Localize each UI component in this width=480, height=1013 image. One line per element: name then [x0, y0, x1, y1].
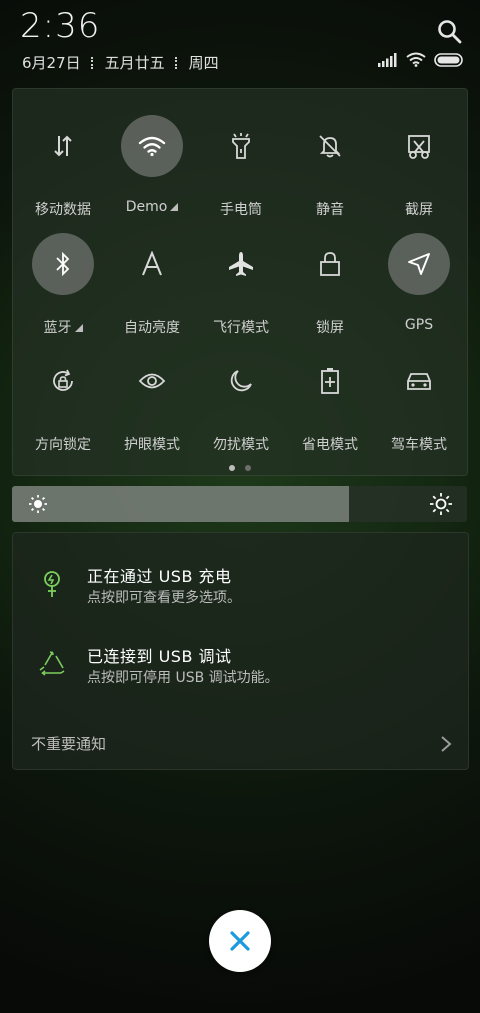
tile-icon-holder [299, 233, 361, 295]
tile-label: GPS [404, 317, 434, 333]
tile-screenshot[interactable]: 截屏 [373, 115, 463, 225]
tile-icon-holder [121, 350, 183, 412]
search-button[interactable] [436, 18, 464, 46]
tile-label: Demo [106, 199, 198, 215]
date-separator [90, 56, 95, 69]
screenshot-icon [408, 135, 430, 159]
battery-icon [434, 52, 463, 67]
tile-label: 手电筒 [220, 202, 262, 218]
lock-icon [320, 252, 340, 276]
system-icons [378, 52, 464, 67]
tile-label: 省电模式 [302, 437, 358, 453]
expand-triangle-icon [74, 324, 83, 332]
data-arrows-icon [54, 135, 72, 157]
tile-lock-screen[interactable]: 锁屏 [284, 233, 374, 343]
unimportant-notifications-link[interactable]: 不重要通知 [31, 733, 106, 754]
tile-mute[interactable]: 静音 [284, 115, 374, 225]
car-icon [407, 373, 431, 390]
notification-title: 已连接到 USB 调试 [87, 647, 232, 666]
tile-label: 蓝牙 [17, 317, 109, 337]
tile-label: 自动亮度 [124, 320, 180, 336]
notification-panel: 正在通过 USB 充电 点按即可查看更多选项。 已连接到 USB 调试 点按即可… [12, 532, 469, 770]
page-indicator [13, 465, 467, 471]
status-bar: 2:36 6月27日 五月廿五 周四 [0, 0, 480, 80]
tile-mobile-data[interactable]: 移动数据 [17, 115, 107, 225]
tile-label: 静音 [316, 202, 344, 218]
notification-usb-charging[interactable]: 正在通过 USB 充电 点按即可查看更多选项。 [13, 561, 468, 621]
date-row: 6月27日 五月廿五 周四 [22, 52, 219, 73]
expand-triangle-icon [170, 203, 179, 211]
tile-rotation-lock[interactable]: 方向锁定 [17, 350, 107, 460]
moon-icon [230, 370, 252, 392]
tile-label: 锁屏 [316, 320, 344, 336]
lunar-date: 五月廿五 [104, 54, 165, 72]
eye-icon [138, 373, 166, 389]
tile-label: 截屏 [405, 202, 433, 218]
tile-icon-holder [299, 350, 361, 412]
tile-do-not-disturb[interactable]: 勿扰模式 [195, 350, 285, 460]
auto-brightness-icon [142, 251, 162, 276]
tile-icon-holder [32, 115, 94, 177]
tile-icon-holder [121, 233, 183, 295]
flashlight-icon [232, 133, 250, 159]
notification-usb-debugging[interactable]: 已连接到 USB 调试 点按即可停用 USB 调试功能。 [13, 641, 468, 701]
quick-settings-panel: 移动数据 Demo 手电筒 静音 截屏 蓝牙 自动亮度 飞行模式 锁屏 GPS … [12, 88, 468, 476]
brightness-slider[interactable] [12, 486, 467, 522]
bluetooth-icon [56, 251, 70, 277]
clock: 2:36 [20, 6, 101, 46]
search-icon [438, 20, 462, 44]
tile-wifi[interactable]: Demo [106, 115, 196, 225]
wifi-icon [406, 52, 426, 67]
close-button[interactable] [209, 910, 271, 972]
brightness-fill [12, 486, 349, 522]
battery-saver-icon [321, 368, 339, 394]
page-dot-active [229, 465, 235, 471]
usb-charge-icon [44, 571, 60, 597]
close-icon [230, 931, 250, 951]
weekday: 周四 [188, 54, 219, 72]
tile-icon-holder [210, 233, 272, 295]
date-separator [174, 56, 179, 69]
sun-low-icon [29, 495, 47, 513]
tile-icon-holder [210, 115, 272, 177]
tile-auto-brightness[interactable]: 自动亮度 [106, 233, 196, 343]
airplane-icon [229, 252, 253, 276]
tile-icon-holder [388, 115, 450, 177]
tile-gps[interactable]: GPS [373, 233, 463, 343]
notification-subtitle: 点按即可查看更多选项。 [87, 590, 241, 606]
tile-eye-protection[interactable]: 护眼模式 [106, 350, 196, 460]
tile-label: 方向锁定 [35, 437, 91, 453]
mute-bell-icon [319, 135, 341, 158]
signal-icon [378, 52, 397, 67]
tile-driving-mode[interactable]: 驾车模式 [373, 350, 463, 460]
tile-icon-holder [32, 233, 94, 295]
gps-icon [408, 253, 430, 275]
wifi-icon [138, 136, 166, 157]
rotation-lock-icon [53, 369, 73, 391]
tile-flashlight[interactable]: 手电筒 [195, 115, 285, 225]
tile-icon-holder [121, 115, 183, 177]
chevron-right-icon[interactable] [440, 735, 452, 753]
tile-label: 护眼模式 [124, 437, 180, 453]
tile-label: 勿扰模式 [213, 437, 269, 453]
tile-icon-holder [210, 350, 272, 412]
sun-high-icon [430, 493, 452, 515]
tile-icon-holder [299, 115, 361, 177]
usb-debug-icon [39, 651, 65, 676]
notification-title: 正在通过 USB 充电 [87, 567, 232, 586]
tile-icon-holder [388, 233, 450, 295]
tile-battery-saver[interactable]: 省电模式 [284, 350, 374, 460]
tile-label: 驾车模式 [391, 437, 447, 453]
tile-label: 移动数据 [35, 202, 91, 218]
notification-subtitle: 点按即可停用 USB 调试功能。 [87, 670, 279, 686]
tile-bluetooth[interactable]: 蓝牙 [17, 233, 107, 343]
tile-icon-holder [388, 350, 450, 412]
date: 6月27日 [22, 54, 81, 72]
tile-label: 飞行模式 [213, 320, 269, 336]
tile-icon-holder [32, 350, 94, 412]
page-dot [245, 465, 251, 471]
tile-airplane[interactable]: 飞行模式 [195, 233, 285, 343]
